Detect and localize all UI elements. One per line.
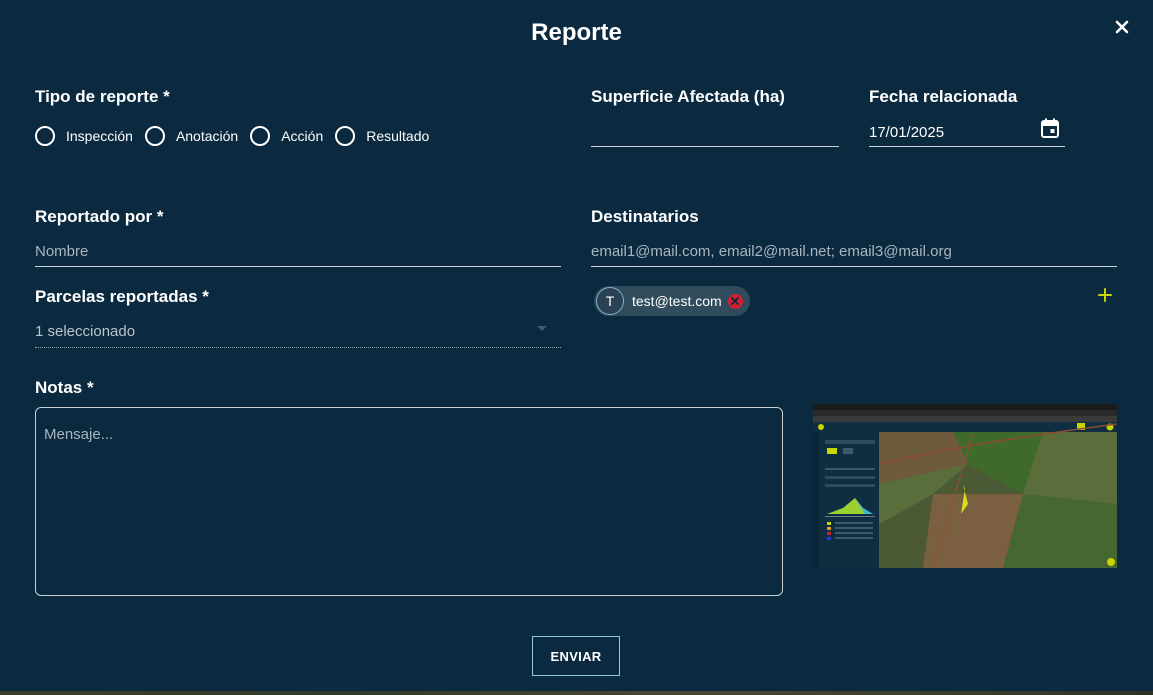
recipient-chip[interactable]: T test@test.com	[594, 286, 750, 316]
reported-by-label: Reportado por *	[35, 207, 164, 226]
close-icon	[1115, 20, 1129, 34]
parcels-label: Parcelas reportadas *	[35, 287, 209, 306]
remove-icon	[731, 297, 740, 305]
map-screenshot-thumbnail[interactable]	[813, 404, 1117, 568]
recipients-input[interactable]	[591, 242, 1117, 260]
radio-circle	[144, 126, 165, 146]
radio-label: Anotación	[175, 128, 239, 144]
radio-circle	[250, 126, 271, 146]
recipients-label: Destinatarios	[591, 207, 699, 226]
notes-label: Notas *	[35, 378, 94, 397]
chip-email: test@test.com	[632, 293, 722, 309]
reported-by-input[interactable]	[35, 242, 561, 260]
area-input[interactable]	[591, 123, 839, 141]
radio-label: Inspección	[66, 128, 133, 144]
radio-label: Resultado	[366, 128, 430, 144]
date-value: 17/01/2025	[869, 123, 945, 141]
radio-label: Acción	[281, 128, 324, 144]
radio-accion[interactable]: Acción	[250, 126, 323, 146]
chip-avatar: T	[596, 287, 624, 315]
chip-remove-button[interactable]	[727, 293, 743, 309]
map-screenshot-image	[813, 404, 1117, 568]
calendar-button[interactable]	[1041, 118, 1059, 142]
date-label: Fecha relacionada	[869, 87, 1018, 106]
background-map-strip	[0, 691, 1153, 695]
chevron-down-icon	[537, 326, 547, 331]
close-button[interactable]	[1111, 16, 1133, 38]
area-label: Superficie Afectada (ha)	[591, 87, 785, 106]
add-recipient-button[interactable]	[1096, 286, 1114, 304]
date-field[interactable]: 17/01/2025	[869, 118, 1065, 147]
radio-circle	[35, 126, 55, 146]
notes-textarea[interactable]	[35, 407, 783, 596]
area-field	[591, 118, 839, 147]
report-dialog: Reporte Tipo de reporte * Inspección Ano…	[0, 0, 1153, 695]
calendar-icon	[1041, 118, 1059, 138]
radio-circle	[335, 126, 356, 146]
recipients-field	[591, 236, 1117, 267]
submit-button[interactable]: ENVIAR	[532, 636, 620, 676]
parcels-select[interactable]: 1 seleccionado	[35, 316, 561, 348]
report-type-radio-group: Inspección Anotación Acción Resultado	[35, 126, 441, 146]
parcels-selected-value: 1 seleccionado	[35, 323, 136, 340]
plus-icon	[1098, 288, 1112, 302]
report-type-label: Tipo de reporte *	[35, 87, 170, 106]
radio-inspeccion[interactable]: Inspección	[35, 126, 133, 146]
dialog-title: Reporte	[531, 19, 622, 46]
radio-anotacion[interactable]: Anotación	[144, 126, 239, 146]
reported-by-field	[35, 236, 561, 267]
radio-resultado[interactable]: Resultado	[335, 126, 429, 146]
